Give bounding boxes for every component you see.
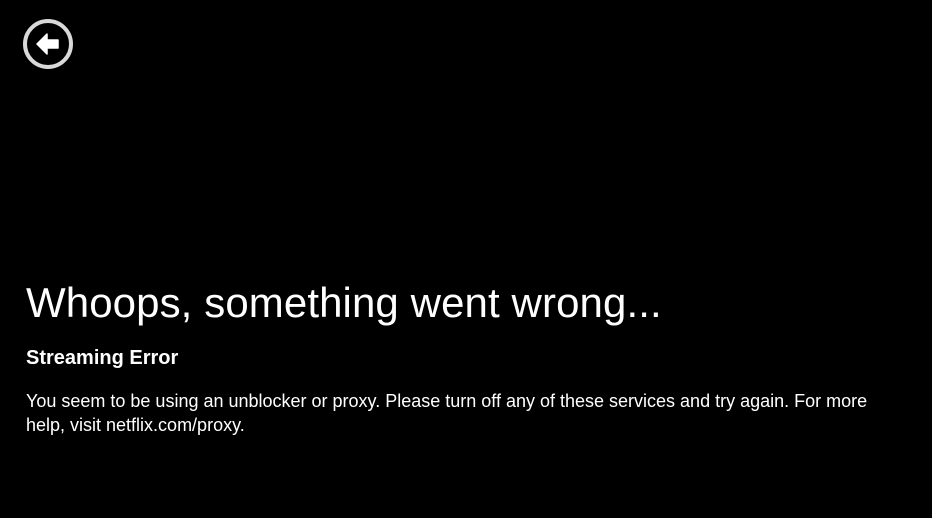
back-arrow-icon (23, 19, 73, 69)
error-content: Whoops, something went wrong... Streamin… (26, 278, 906, 437)
error-message: You seem to be using an unblocker or pro… (26, 391, 868, 435)
error-screen: Whoops, something went wrong... Streamin… (0, 0, 932, 518)
back-button[interactable] (22, 18, 74, 70)
error-title: Whoops, something went wrong... (26, 279, 662, 326)
error-code: Streaming Error (26, 347, 179, 369)
